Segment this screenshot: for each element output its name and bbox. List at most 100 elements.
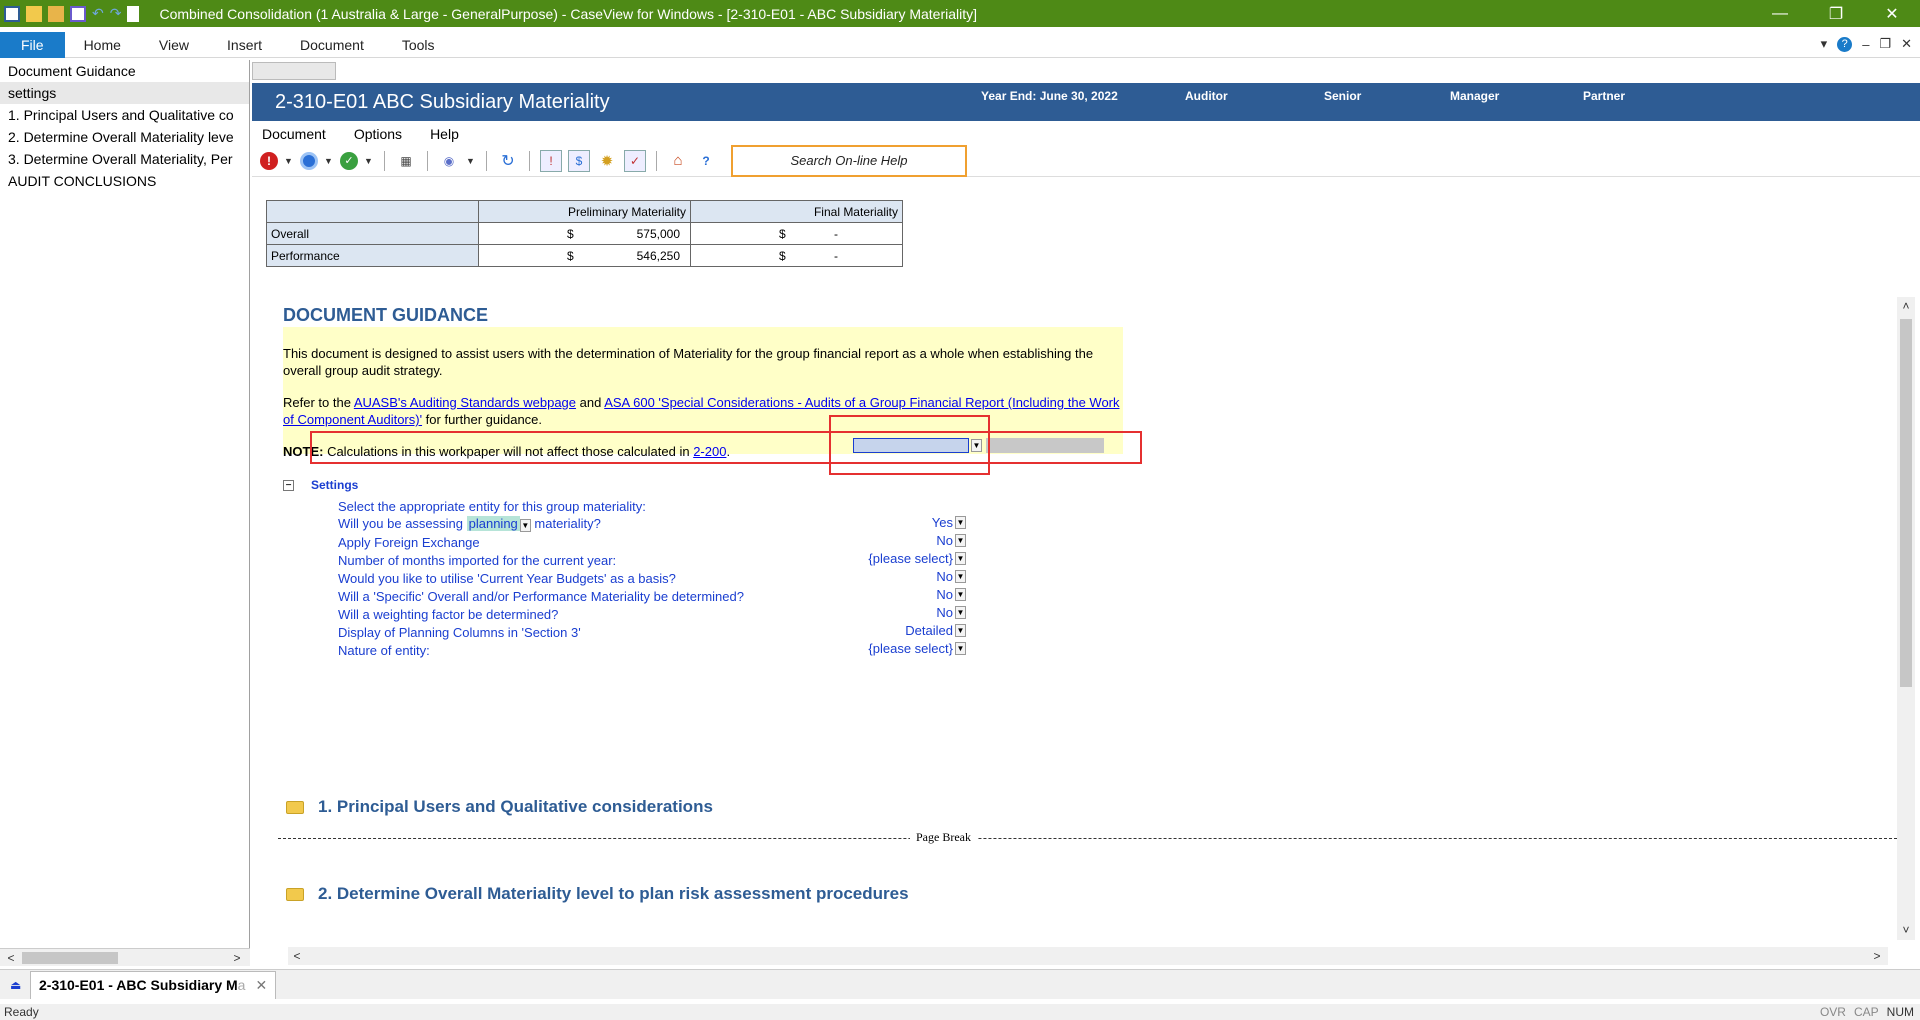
doc-restore-button[interactable]: ❐	[1879, 36, 1891, 52]
nature-of-entity-select[interactable]: {please select} ▼	[868, 641, 966, 656]
section-principal-users[interactable]: 1. Principal Users and Qualitative consi…	[286, 797, 713, 817]
preliminary-overall-cell[interactable]: $575,000	[478, 222, 691, 245]
menu-options[interactable]: Options	[344, 126, 412, 142]
chevron-down-icon[interactable]: ▼	[364, 156, 374, 166]
view-icon[interactable]: ◉	[438, 150, 460, 172]
scrollbar-thumb[interactable]	[22, 952, 118, 964]
senior-signoff[interactable]: Senior	[1324, 89, 1361, 103]
restore-button[interactable]: ❐	[1808, 0, 1864, 27]
minimize-button[interactable]: —	[1752, 0, 1808, 27]
planning-value-select[interactable]: Yes ▼	[932, 515, 966, 530]
chevron-down-icon[interactable]: ▼	[466, 156, 476, 166]
doc-close-button[interactable]: ✕	[1901, 36, 1912, 52]
current-year-budgets-select[interactable]: No ▼	[936, 569, 966, 584]
close-button[interactable]: ✕	[1864, 0, 1920, 27]
partner-signoff[interactable]: Partner	[1583, 89, 1625, 103]
chevron-down-icon[interactable]: ▼	[955, 642, 966, 655]
open-folder-icon[interactable]	[48, 5, 64, 22]
planning-columns-select[interactable]: Detailed ▼	[905, 623, 966, 638]
final-performance-cell[interactable]: $ -	[690, 244, 903, 267]
save-icon[interactable]	[70, 5, 86, 22]
text-fragment: materiality?	[530, 516, 601, 531]
final-overall-cell[interactable]: $ -	[690, 222, 903, 245]
help-icon[interactable]: ?	[1837, 36, 1853, 52]
scroll-right-icon[interactable]: >	[1868, 947, 1886, 965]
chevron-down-icon[interactable]: ▼	[519, 519, 531, 532]
redo-icon[interactable]: ↷	[110, 5, 122, 22]
document-horizontal-scrollbar[interactable]: < >	[288, 947, 1888, 965]
settings-heading[interactable]: − Settings	[283, 478, 358, 492]
chevron-down-icon[interactable]: ▼	[955, 588, 966, 601]
nav-item-audit-conclusions[interactable]: AUDIT CONCLUSIONS	[0, 170, 249, 192]
menu-document[interactable]: Document	[252, 126, 336, 142]
weighting-factor-select[interactable]: No ▼	[936, 605, 966, 620]
chevron-down-icon[interactable]: ▼	[955, 516, 966, 529]
planning-dropdown[interactable]: planning	[466, 516, 520, 531]
scrollbar-thumb[interactable]	[1900, 319, 1912, 687]
tab-tools[interactable]: Tools	[383, 32, 454, 58]
nav-item-overall-materiality-performance[interactable]: 3. Determine Overall Materiality, Per	[0, 148, 249, 170]
scroll-up-icon[interactable]: ˄	[1897, 297, 1915, 315]
toolbar-separator	[529, 150, 530, 171]
refresh-icon[interactable]: ↻	[497, 150, 519, 172]
tab-2-310-e01[interactable]: 2-310-E01 - ABC Subsidiary Ma ✕	[30, 970, 277, 999]
chevron-down-icon[interactable]: ▼	[955, 534, 966, 547]
record-icon[interactable]	[300, 151, 318, 170]
text-fragment: and	[576, 395, 605, 410]
check-icon[interactable]: ✓	[340, 151, 358, 170]
customize-icon[interactable]	[127, 5, 140, 22]
ruler-icon[interactable]: ▦	[395, 150, 417, 172]
nav-item-document-guidance[interactable]: Document Guidance	[0, 60, 249, 82]
auditor-signoff[interactable]: Auditor	[1185, 89, 1228, 103]
scroll-left-icon[interactable]: <	[288, 947, 306, 965]
months-imported-select[interactable]: {please select} ▼	[868, 551, 966, 566]
section-overall-materiality[interactable]: 2. Determine Overall Materiality level t…	[286, 884, 909, 904]
section-selector[interactable]	[252, 62, 336, 80]
ribbon-collapse-icon[interactable]: ▾	[1821, 36, 1828, 52]
auasb-standards-link[interactable]: AUASB's Auditing Standards webpage	[354, 395, 576, 410]
nav-item-principal-users[interactable]: 1. Principal Users and Qualitative co	[0, 104, 249, 126]
scroll-left-icon[interactable]: <	[2, 949, 20, 967]
nav-item-overall-materiality-level[interactable]: 2. Determine Overall Materiality leve	[0, 126, 249, 148]
chevron-down-icon[interactable]: ▼	[955, 552, 966, 565]
chevron-down-icon[interactable]: ▼	[955, 624, 966, 637]
close-tab-icon[interactable]: ✕	[255, 977, 267, 994]
collapse-icon[interactable]: −	[283, 479, 294, 491]
menu-help[interactable]: Help	[420, 126, 469, 142]
selected-value: No	[936, 533, 953, 548]
manager-signoff[interactable]: Manager	[1450, 89, 1499, 103]
outline-horizontal-scrollbar[interactable]: < >	[0, 948, 250, 966]
tab-document[interactable]: Document	[281, 32, 383, 58]
checklist-doc-icon[interactable]: ✓	[624, 149, 646, 172]
toolbar-separator	[427, 150, 428, 171]
foreign-exchange-select[interactable]: No ▼	[936, 533, 966, 548]
doc-minimize-button[interactable]: –	[1862, 37, 1869, 52]
document-title: 2-310-E01 ABC Subsidiary Materiality	[275, 91, 610, 113]
specific-materiality-select[interactable]: No ▼	[936, 587, 966, 602]
scroll-down-icon[interactable]: ˅	[1897, 921, 1915, 939]
undo-icon[interactable]: ↶	[92, 5, 104, 22]
tab-view[interactable]: View	[140, 32, 208, 58]
document-vertical-scrollbar[interactable]: ˄ ˅	[1897, 297, 1915, 940]
chevron-down-icon[interactable]: ▼	[955, 606, 966, 619]
dollar-doc-icon[interactable]: $	[568, 149, 590, 172]
issue-icon[interactable]: !	[260, 151, 278, 170]
tab-home[interactable]: Home	[65, 32, 140, 58]
settings-doc-icon[interactable]: ✹	[596, 150, 618, 172]
currency-symbol: $	[567, 248, 574, 263]
app-icon[interactable]	[4, 5, 20, 22]
scroll-right-icon[interactable]: >	[228, 949, 246, 967]
preliminary-performance-cell[interactable]: $546,250	[478, 244, 691, 267]
tab-insert[interactable]: Insert	[208, 32, 281, 58]
chevron-down-icon[interactable]: ▼	[955, 570, 966, 583]
nav-item-settings[interactable]: settings	[0, 82, 249, 104]
chevron-down-icon[interactable]: ▼	[284, 156, 294, 166]
search-online-help-input[interactable]: Search On-line Help	[731, 144, 967, 177]
tab-file[interactable]: File	[0, 31, 65, 58]
new-file-icon[interactable]	[26, 5, 42, 22]
home-icon[interactable]: ⌂	[667, 150, 689, 172]
info-doc-icon[interactable]: !	[540, 149, 562, 172]
help-search-icon[interactable]: ?	[695, 150, 717, 172]
chevron-down-icon[interactable]: ▼	[324, 156, 334, 166]
eject-icon[interactable]: ⏏	[10, 978, 21, 992]
